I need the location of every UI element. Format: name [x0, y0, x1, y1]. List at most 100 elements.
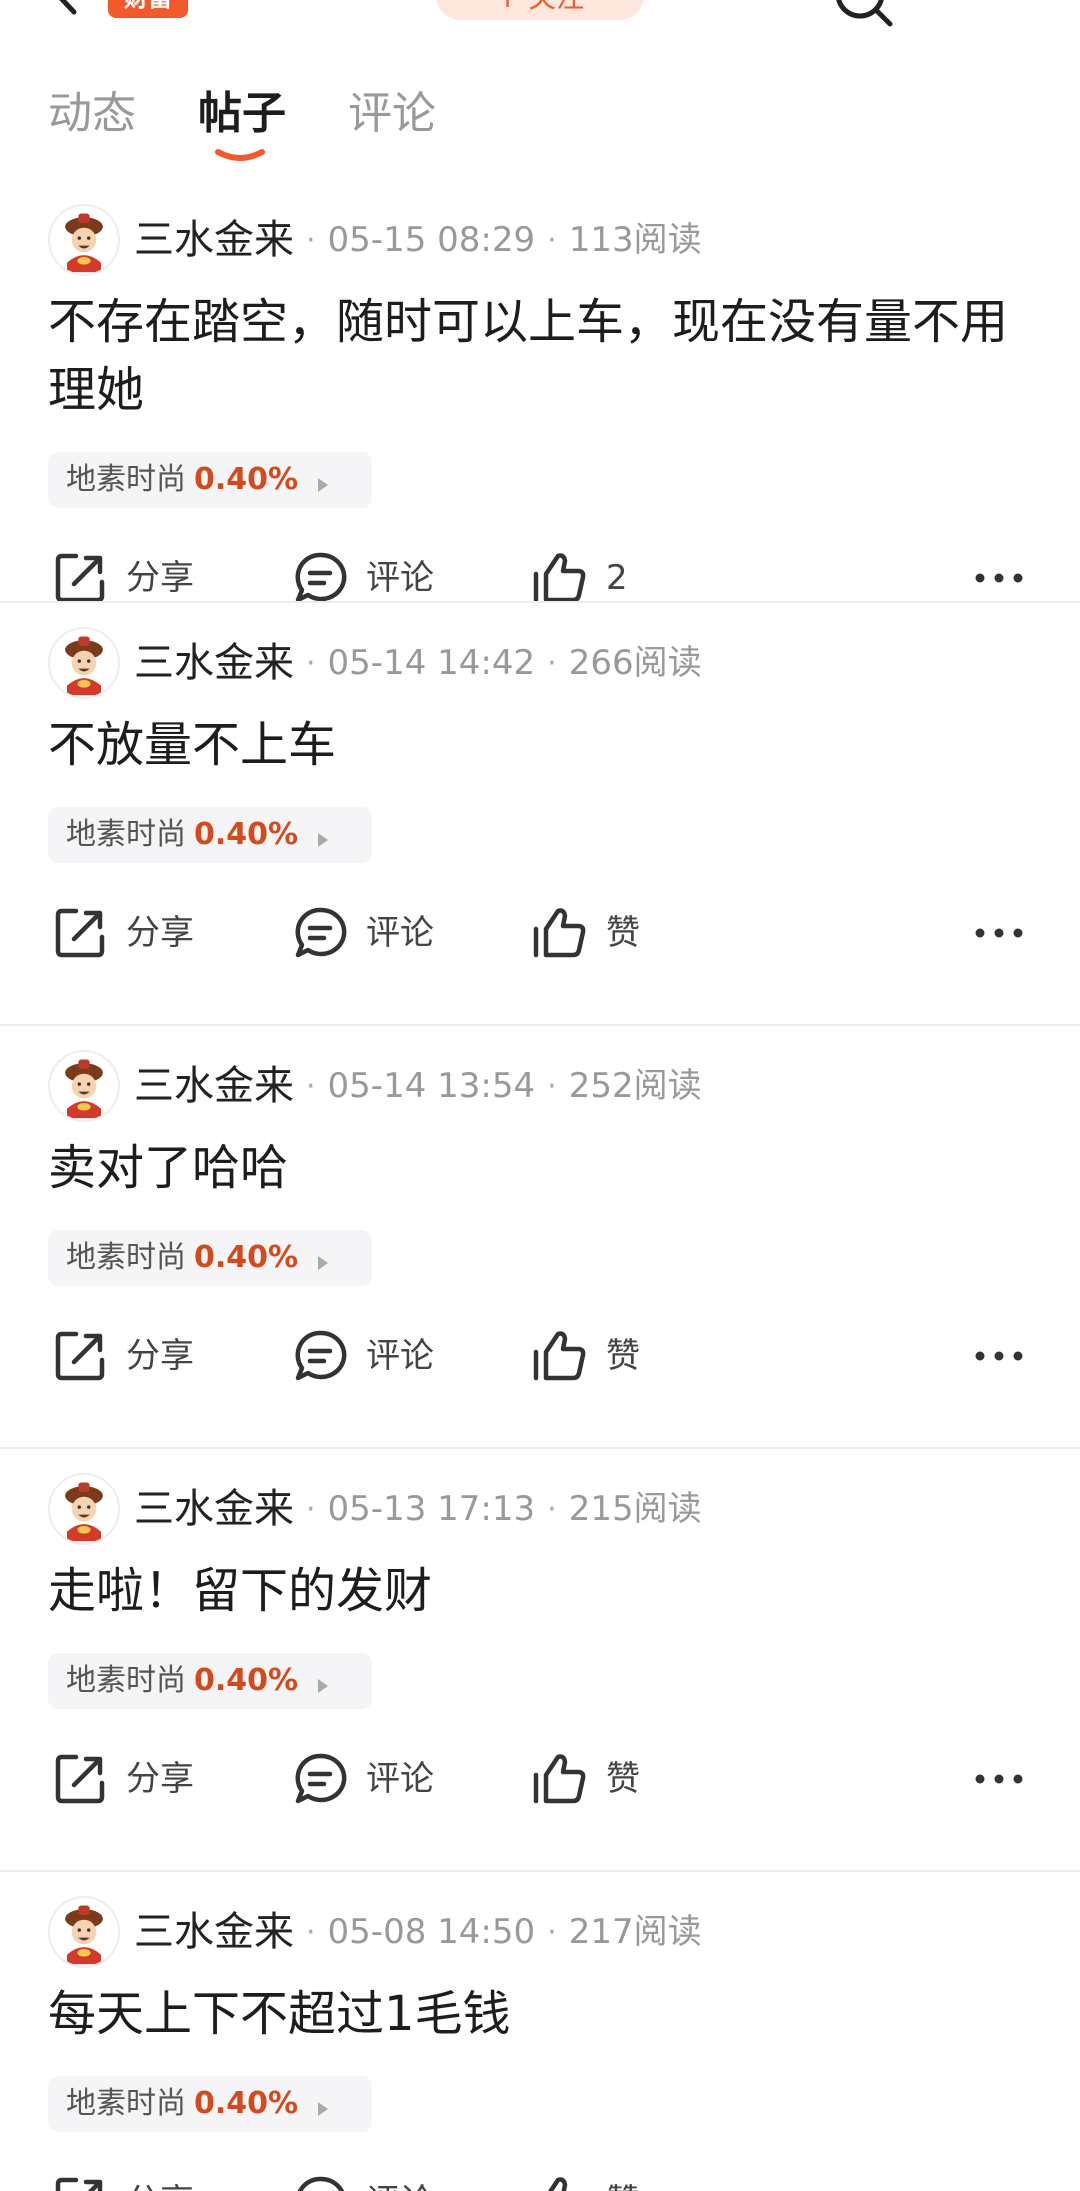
- author-name[interactable]: 三水金来: [134, 640, 294, 686]
- stock-name: 地素时尚: [66, 1663, 186, 1698]
- fortune-god-avatar-icon: [51, 1053, 117, 1119]
- post-card[interactable]: 三水金来 · 05-08 14:50 · 217阅读 每天上下不超过1毛钱 地素时尚 0.…: [0, 1872, 1080, 2191]
- like-button[interactable]: 赞: [530, 1316, 640, 1396]
- more-options-icon[interactable]: [972, 2186, 1026, 2191]
- comment-button[interactable]: 评论: [292, 2162, 434, 2191]
- play-arrow-icon: [318, 1678, 329, 1693]
- separator-dot: ·: [547, 645, 557, 681]
- share-icon: [55, 2177, 103, 2191]
- fortune-god-avatar-icon: [51, 207, 117, 273]
- stock-tag[interactable]: 地素时尚 0.40%: [48, 1230, 372, 1286]
- share-button[interactable]: 分享: [52, 893, 194, 973]
- share-button[interactable]: 分享: [52, 1316, 194, 1396]
- share-label: 分享: [126, 913, 194, 953]
- like-label: 赞: [606, 913, 640, 953]
- comment-label: 评论: [366, 558, 434, 598]
- post-card[interactable]: 三水金来 · 05-14 13:54 · 252阅读 卖对了哈哈 地素时尚 0.40% 分…: [0, 1026, 1080, 1449]
- read-count: 217阅读: [568, 1912, 702, 1952]
- share-button[interactable]: 分享: [52, 1739, 194, 1819]
- author-name[interactable]: 三水金来: [134, 1063, 294, 1109]
- tab-posts[interactable]: 帖子: [198, 84, 286, 144]
- fortune-badge: 财富: [108, 0, 188, 18]
- like-button[interactable]: 赞: [530, 893, 640, 973]
- post-time: 05-14 14:42: [327, 643, 536, 683]
- like-label: 赞: [606, 1336, 640, 1376]
- top-bar: 财富 + 关注: [0, 0, 1080, 40]
- like-button[interactable]: 赞: [530, 1739, 640, 1819]
- avatar[interactable]: [48, 1896, 120, 1968]
- more-options-icon[interactable]: [972, 562, 1026, 594]
- post-time: 05-15 08:29: [327, 220, 536, 260]
- post-time: 05-14 13:54: [327, 1066, 536, 1106]
- thumbs-up-icon: [533, 1331, 586, 1381]
- separator-dot: ·: [547, 1068, 557, 1104]
- stock-tag[interactable]: 地素时尚 0.40%: [48, 2076, 372, 2132]
- thumbs-up-icon: [533, 553, 586, 603]
- stock-change: 0.40%: [194, 1240, 299, 1275]
- fortune-god-avatar-icon: [51, 630, 117, 696]
- more-options-icon[interactable]: [972, 1763, 1026, 1795]
- more-options-icon[interactable]: [972, 1340, 1026, 1372]
- post-card[interactable]: 三水金来 · 05-13 17:13 · 215阅读 走啦！留下的发财 地素时尚 0.40…: [0, 1449, 1080, 1872]
- stock-tag[interactable]: 地素时尚 0.40%: [48, 807, 372, 863]
- share-label: 分享: [126, 1759, 194, 1799]
- comment-icon: [295, 552, 347, 603]
- comment-label: 评论: [366, 2182, 434, 2191]
- post-time: 05-08 14:50: [327, 1912, 536, 1952]
- search-icon[interactable]: [832, 0, 894, 28]
- post-content[interactable]: 不放量不上车: [48, 711, 1038, 779]
- author-name[interactable]: 三水金来: [134, 1909, 294, 1955]
- follow-button[interactable]: + 关注: [436, 0, 644, 20]
- tab-comments[interactable]: 评论: [348, 84, 436, 144]
- profile-tabs: 动态 帖子 评论: [0, 60, 1080, 170]
- read-count: 113阅读: [568, 220, 702, 260]
- comment-icon: [297, 2176, 345, 2191]
- post-time: 05-13 17:13: [327, 1489, 536, 1529]
- post-meta: 三水金来 · 05-13 17:13 · 215阅读: [134, 1477, 702, 1541]
- fortune-god-avatar-icon: [51, 1899, 117, 1965]
- stock-name: 地素时尚: [66, 462, 186, 497]
- author-name[interactable]: 三水金来: [134, 217, 294, 263]
- post-meta: 三水金来 · 05-08 14:50 · 217阅读: [134, 1900, 702, 1964]
- comment-button[interactable]: 评论: [292, 1739, 434, 1819]
- post-content[interactable]: 卖对了哈哈: [48, 1134, 1038, 1202]
- tab-activity[interactable]: 动态: [48, 84, 136, 144]
- stock-tag[interactable]: 地素时尚 0.40%: [48, 452, 372, 508]
- separator-dot: ·: [306, 1068, 316, 1104]
- post-content[interactable]: 走啦！留下的发财: [48, 1557, 1038, 1625]
- active-tab-indicator: [215, 149, 265, 161]
- share-label: 分享: [126, 1336, 194, 1376]
- author-name[interactable]: 三水金来: [134, 1486, 294, 1532]
- post-content[interactable]: 每天上下不超过1毛钱: [48, 1980, 1038, 2048]
- like-label: 2: [606, 558, 628, 598]
- comment-label: 评论: [366, 1336, 434, 1376]
- stock-change: 0.40%: [194, 462, 299, 497]
- like-button[interactable]: 赞: [530, 2162, 640, 2191]
- comment-label: 评论: [366, 1759, 434, 1799]
- play-arrow-icon: [318, 2101, 329, 2116]
- post-card[interactable]: 三水金来 · 05-14 14:42 · 266阅读 不放量不上车 地素时尚 0.40% …: [0, 603, 1080, 1026]
- avatar[interactable]: [48, 1473, 120, 1545]
- separator-dot: ·: [306, 222, 316, 258]
- profile-posts-screen: 财富 + 关注 动态 帖子 评论: [0, 0, 1080, 2191]
- comment-icon: [295, 1330, 347, 1381]
- stock-name: 地素时尚: [66, 817, 186, 852]
- post-card[interactable]: 三水金来 · 05-15 08:29 · 113阅读 不存在踏空，随时可以上车，现在没有…: [0, 180, 1080, 603]
- share-button[interactable]: 分享: [52, 2162, 194, 2191]
- separator-dot: ·: [547, 1914, 557, 1950]
- comment-button[interactable]: 评论: [292, 893, 434, 973]
- stock-change: 0.40%: [194, 2086, 299, 2121]
- avatar[interactable]: [48, 1050, 120, 1122]
- thumbs-up-icon: [533, 908, 586, 958]
- post-content[interactable]: 不存在踏空，随时可以上车，现在没有量不用理她: [48, 288, 1038, 424]
- more-options-icon[interactable]: [972, 917, 1026, 949]
- stock-name: 地素时尚: [66, 1240, 186, 1275]
- avatar[interactable]: [48, 204, 120, 276]
- comment-button[interactable]: 评论: [292, 1316, 434, 1396]
- back-arrow-icon[interactable]: [44, 0, 94, 20]
- like-label: 赞: [606, 2182, 640, 2191]
- comment-label: 评论: [366, 913, 434, 953]
- separator-dot: ·: [547, 222, 557, 258]
- avatar[interactable]: [48, 627, 120, 699]
- stock-tag[interactable]: 地素时尚 0.40%: [48, 1653, 372, 1709]
